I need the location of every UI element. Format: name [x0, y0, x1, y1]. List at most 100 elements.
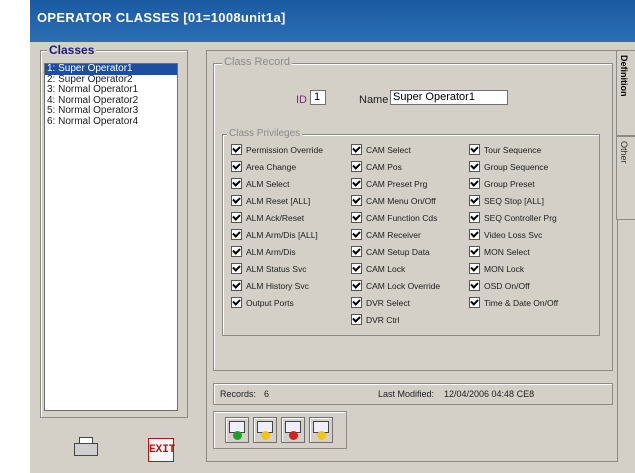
print-button[interactable]: [74, 437, 98, 457]
privilege-label: ALM Arm/Dis: [246, 247, 296, 257]
privilege-checkbox[interactable]: ALM Select: [231, 178, 290, 190]
class-privileges-legend: Class Privileges: [227, 128, 303, 139]
checkbox-checked-icon[interactable]: [469, 246, 480, 258]
privilege-label: CAM Lock: [366, 264, 406, 274]
privilege-checkbox[interactable]: SEQ Controller Prg: [469, 212, 557, 224]
privilege-label: ALM Arm/Dis [ALL]: [246, 230, 318, 240]
privilege-checkbox[interactable]: ALM Ack/Reset: [231, 212, 305, 224]
checkbox-checked-icon[interactable]: [351, 212, 362, 224]
privilege-label: ALM Status Svc: [246, 264, 307, 274]
privilege-checkbox[interactable]: CAM Select: [351, 144, 411, 156]
privilege-checkbox[interactable]: DVR Select: [351, 297, 410, 309]
privilege-checkbox[interactable]: Video Loss Svc: [469, 229, 543, 241]
checkbox-checked-icon[interactable]: [469, 297, 480, 309]
privilege-checkbox[interactable]: Tour Sequence: [469, 144, 542, 156]
last-modified-value: 12/04/2006 04:48 CE8: [444, 389, 535, 399]
privilege-checkbox[interactable]: SEQ Stop [ALL]: [469, 195, 545, 207]
checkbox-checked-icon[interactable]: [469, 229, 480, 241]
privilege-label: ALM Ack/Reset: [246, 213, 305, 223]
window-title: OPERATOR CLASSES [01=1008unit1a]: [37, 10, 286, 25]
checkbox-checked-icon[interactable]: [469, 212, 480, 224]
checkbox-checked-icon[interactable]: [469, 280, 480, 292]
privilege-checkbox[interactable]: Output Ports: [231, 297, 294, 309]
checkbox-checked-icon[interactable]: [351, 246, 362, 258]
checkbox-checked-icon[interactable]: [469, 144, 480, 156]
edit-record-button[interactable]: [253, 417, 277, 443]
privilege-checkbox[interactable]: ALM Status Svc: [231, 263, 307, 275]
privilege-checkbox[interactable]: CAM Lock Override: [351, 280, 440, 292]
class-list-item[interactable]: 3: Normal Operator1: [45, 84, 177, 96]
privilege-checkbox[interactable]: CAM Function Cds: [351, 212, 438, 224]
privilege-checkbox[interactable]: CAM Receiver: [351, 229, 421, 241]
privilege-checkbox[interactable]: ALM Reset [ALL]: [231, 195, 311, 207]
checkbox-checked-icon[interactable]: [231, 212, 242, 224]
checkbox-checked-icon[interactable]: [231, 178, 242, 190]
checkbox-checked-icon[interactable]: [469, 178, 480, 190]
checkbox-checked-icon[interactable]: [351, 144, 362, 156]
name-field[interactable]: Super Operator1: [390, 90, 508, 105]
privilege-checkbox[interactable]: CAM Lock: [351, 263, 406, 275]
privilege-label: Video Loss Svc: [484, 230, 543, 240]
privilege-checkbox[interactable]: ALM Arm/Dis [ALL]: [231, 229, 318, 241]
status-bar: Records: 6 Last Modified: 12/04/2006 04:…: [213, 383, 613, 405]
checkbox-checked-icon[interactable]: [231, 246, 242, 258]
privilege-checkbox[interactable]: Time & Date On/Off: [469, 297, 558, 309]
privilege-label: Permission Override: [246, 145, 323, 155]
privilege-checkbox[interactable]: Group Preset: [469, 178, 535, 190]
privilege-label: Tour Sequence: [484, 145, 542, 155]
privilege-label: OSD On/Off: [484, 281, 530, 291]
classes-list[interactable]: 1: Super Operator1 2: Super Operator2 3: N…: [44, 63, 178, 411]
checkbox-checked-icon[interactable]: [351, 280, 362, 292]
checkbox-checked-icon[interactable]: [351, 263, 362, 275]
status-dot-icon: [317, 431, 326, 440]
checkbox-checked-icon[interactable]: [351, 229, 362, 241]
add-record-button[interactable]: [225, 417, 249, 443]
class-list-item[interactable]: 5: Normal Operator3: [45, 105, 177, 117]
privilege-label: ALM Select: [246, 179, 290, 189]
privilege-checkbox[interactable]: DVR Ctrl: [351, 314, 400, 326]
privilege-checkbox[interactable]: Area Change: [231, 161, 297, 173]
id-field[interactable]: 1: [310, 90, 326, 105]
class-list-item[interactable]: 6: Normal Operator4: [45, 116, 177, 128]
checkbox-checked-icon[interactable]: [231, 195, 242, 207]
privilege-checkbox[interactable]: CAM Preset Prg: [351, 178, 427, 190]
checkbox-checked-icon[interactable]: [469, 195, 480, 207]
privilege-checkbox[interactable]: ALM Arm/Dis: [231, 246, 296, 258]
tab-definition[interactable]: Definition: [616, 50, 635, 136]
privilege-checkbox[interactable]: OSD On/Off: [469, 280, 530, 292]
checkbox-checked-icon[interactable]: [231, 144, 242, 156]
privilege-label: ALM History Svc: [246, 281, 309, 291]
checkbox-checked-icon[interactable]: [351, 297, 362, 309]
checkbox-checked-icon[interactable]: [469, 161, 480, 173]
checkbox-checked-icon[interactable]: [469, 263, 480, 275]
checkbox-checked-icon[interactable]: [351, 178, 362, 190]
checkbox-checked-icon[interactable]: [351, 161, 362, 173]
checkbox-checked-icon[interactable]: [231, 280, 242, 292]
privilege-label: Area Change: [246, 162, 297, 172]
privilege-checkbox[interactable]: Group Sequence: [469, 161, 548, 173]
privilege-checkbox[interactable]: MON Select: [469, 246, 530, 258]
privilege-checkbox[interactable]: Permission Override: [231, 144, 323, 156]
tab-other[interactable]: Other: [616, 136, 635, 220]
privilege-label: SEQ Controller Prg: [484, 213, 557, 223]
privilege-label: SEQ Stop [ALL]: [484, 196, 545, 206]
privilege-checkbox[interactable]: MON Lock: [469, 263, 524, 275]
privilege-checkbox[interactable]: CAM Setup Data: [351, 246, 430, 258]
privilege-label: ALM Reset [ALL]: [246, 196, 311, 206]
exit-button[interactable]: EXIT: [148, 438, 175, 462]
checkbox-checked-icon[interactable]: [231, 229, 242, 241]
privilege-label: CAM Function Cds: [366, 213, 438, 223]
delete-record-button[interactable]: [281, 417, 305, 443]
checkbox-checked-icon[interactable]: [231, 297, 242, 309]
privilege-checkbox[interactable]: CAM Menu On/Off: [351, 195, 436, 207]
privilege-label: DVR Select: [366, 298, 410, 308]
privilege-checkbox[interactable]: ALM History Svc: [231, 280, 309, 292]
privilege-label: CAM Menu On/Off: [366, 196, 436, 206]
class-list-item[interactable]: 1: Super Operator1: [45, 63, 177, 75]
checkbox-checked-icon[interactable]: [351, 314, 362, 326]
privilege-checkbox[interactable]: CAM Pos: [351, 161, 402, 173]
checkbox-checked-icon[interactable]: [231, 263, 242, 275]
copy-record-button[interactable]: [309, 417, 333, 443]
checkbox-checked-icon[interactable]: [351, 195, 362, 207]
checkbox-checked-icon[interactable]: [231, 161, 242, 173]
